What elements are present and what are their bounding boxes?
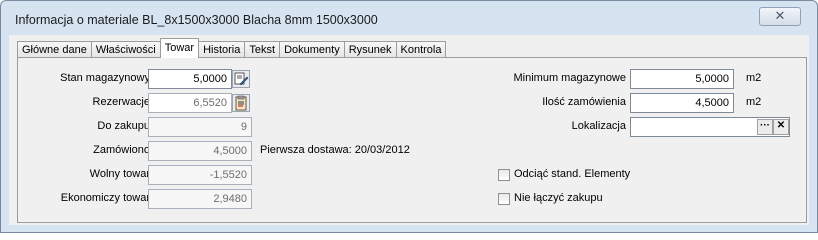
ilosc-zamowienia-label: Ilość zamówienia — [542, 96, 626, 108]
close-button[interactable]: ✕ — [759, 7, 801, 26]
dialog-client: Główne dane Właściwości Towar Historia T… — [9, 35, 809, 225]
reservations-list-button[interactable] — [232, 94, 250, 112]
rezerwacje-field[interactable]: 6,5520 — [148, 93, 232, 113]
edit-document-icon — [234, 72, 249, 86]
nie-laczyc-label: Nie łączyć zakupu — [514, 192, 603, 204]
title-bar: Informacja o materiale BL_8x1500x3000 Bl… — [1, 1, 817, 37]
clipboard-icon — [235, 95, 247, 111]
first-delivery-text: Pierwsza dostawa: 20/03/2012 — [260, 144, 410, 156]
minimum-unit: m2 — [746, 72, 762, 84]
tab-dokumenty[interactable]: Dokumenty — [279, 41, 345, 58]
zamowiono-label: Zamówiono — [93, 144, 150, 156]
tab-kontrola[interactable]: Kontrola — [395, 41, 447, 58]
nie-laczyc-checkbox[interactable] — [498, 193, 510, 205]
minimum-magazynowe-field[interactable]: 5,0000 — [630, 69, 734, 89]
tab-glowne-dane[interactable]: Główne dane — [17, 41, 92, 58]
odciac-label: Odciąć stand. Elementy — [514, 168, 631, 180]
minimum-magazynowe-label: Minimum magazynowe — [513, 72, 626, 84]
lokalizacja-clear-button[interactable]: ✕ — [773, 119, 789, 135]
lokalizacja-browse-button[interactable]: ··· — [757, 119, 773, 135]
do-zakupu-field[interactable]: 9 — [148, 117, 252, 137]
stan-magazynowy-label: Stan magazynowy — [60, 72, 150, 84]
do-zakupu-label: Do zakupu — [97, 120, 150, 132]
stan-magazynowy-field[interactable]: 5,0000 — [148, 69, 232, 89]
clear-icon: ✕ — [776, 120, 786, 131]
zamowiono-field[interactable]: 4,5000 — [148, 141, 252, 161]
window-title: Informacja o materiale BL_8x1500x3000 Bl… — [15, 13, 378, 27]
ekonomiczny-towar-field[interactable]: 2,9480 — [148, 189, 252, 209]
ellipsis-icon: ··· — [760, 120, 770, 131]
ilosc-unit: m2 — [746, 96, 762, 108]
towar-panel: Stan magazynowy 5,0000 Rezerwacje 6,5520 — [17, 57, 807, 223]
tab-tekst[interactable]: Tekst — [244, 41, 281, 58]
material-info-window: Informacja o materiale BL_8x1500x3000 Bl… — [0, 0, 818, 233]
tab-historia[interactable]: Historia — [198, 41, 246, 58]
tab-rysunek[interactable]: Rysunek — [343, 41, 397, 58]
rezerwacje-label: Rezerwacje — [92, 96, 150, 108]
lokalizacja-label: Lokalizacja — [571, 120, 626, 132]
odciac-checkbox[interactable] — [498, 169, 510, 181]
ilosc-zamowienia-field[interactable]: 4,5000 — [630, 93, 734, 113]
close-icon: ✕ — [774, 8, 786, 23]
wolny-towar-field[interactable]: -1,5520 — [148, 165, 252, 185]
wolny-towar-label: Wolny towar — [89, 168, 150, 180]
tab-towar[interactable]: Towar — [159, 38, 200, 58]
tab-strip: Główne dane Właściwości Towar Historia T… — [17, 38, 447, 58]
ekonomiczny-towar-label: Ekonomiczy towar — [60, 192, 150, 204]
tab-wlasciwosci[interactable]: Właściwości — [90, 41, 161, 58]
stock-edit-button[interactable] — [232, 70, 250, 88]
